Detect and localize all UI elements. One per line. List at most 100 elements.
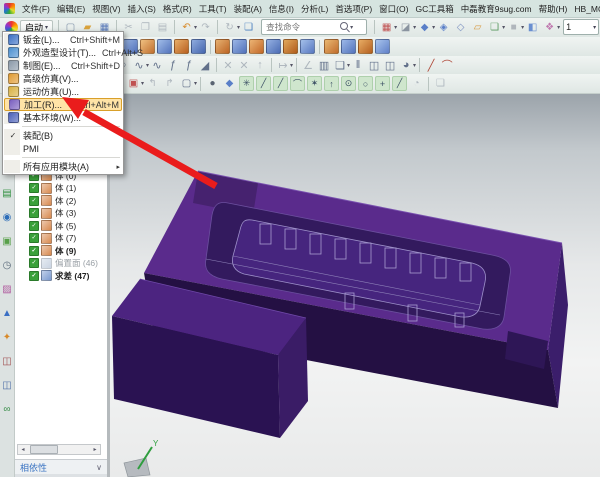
extend-curve-icon[interactable]: ✕ [237, 58, 251, 73]
work-layer-combo[interactable]: 1 ▾ [563, 19, 599, 35]
helix-icon-dropdown[interactable]: ▾ [413, 62, 416, 69]
menubar-item[interactable]: 首选项(P) [335, 3, 372, 15]
reuse-library-icon[interactable]: ▤ [1, 187, 13, 199]
previous-selection-icon[interactable]: ↰ [145, 76, 160, 91]
intersect-icon[interactable] [283, 39, 298, 54]
tree-item[interactable]: ✓偏置面 (46) [15, 257, 107, 270]
next-selection-icon[interactable]: ↱ [162, 76, 177, 91]
background-icon[interactable]: ■ [506, 20, 521, 35]
shaded-with-edges-icon[interactable]: ◈ [436, 20, 451, 35]
view-operations-icon-dropdown[interactable]: ▾ [557, 24, 560, 31]
menubar-item[interactable]: 文件(F) [22, 3, 50, 15]
mold-model[interactable]: Y [110, 93, 600, 477]
documentation-icon[interactable]: ▣ [1, 235, 13, 247]
trim-curve-icon[interactable]: ✕ [221, 58, 235, 73]
shaded-view-icon-dropdown[interactable]: ▾ [432, 24, 435, 31]
work-plane-icon[interactable]: ▱ [470, 20, 485, 35]
find-command-box[interactable]: ▾ [261, 19, 367, 35]
unite-icon[interactable] [249, 39, 264, 54]
thread-icon[interactable] [324, 39, 339, 54]
menubar-item[interactable]: 分析(L) [301, 3, 328, 15]
checkbox-icon[interactable]: ✓ [29, 183, 39, 193]
project-curve-icon-dropdown[interactable]: ▾ [347, 62, 350, 69]
associative-line-icon[interactable]: ╱ [424, 58, 438, 73]
menubar-item[interactable]: 视图(V) [92, 3, 120, 15]
repeat-command-icon-dropdown[interactable]: ▾ [237, 24, 240, 31]
snap-quadrant-icon[interactable]: ⊙ [341, 76, 356, 91]
snap-existing-point-icon[interactable]: ○ [358, 76, 373, 91]
mirror-feature-icon[interactable] [341, 39, 356, 54]
graphics-window[interactable]: Y [110, 93, 600, 477]
window-cascade-icon[interactable]: ❏ [241, 20, 256, 35]
geometric-constraints-icon-dropdown[interactable]: ▾ [290, 62, 293, 69]
menu-item[interactable]: 运动仿真(U)... [4, 85, 122, 98]
offset-face-icon[interactable] [300, 39, 315, 54]
paste-icon[interactable]: ▤ [155, 20, 170, 35]
snap-intersection-icon[interactable]: ✶ [307, 76, 322, 91]
subtract-icon[interactable] [266, 39, 281, 54]
menubar-item[interactable]: 帮助(H) [539, 3, 568, 15]
dependencies-section[interactable]: 相依性 ∨ [15, 459, 107, 474]
menu-item[interactable]: 基本环境(W)... [4, 111, 122, 124]
menu-item[interactable]: ✓装配(B) [4, 129, 122, 142]
checkbox-icon[interactable]: ✓ [29, 258, 39, 268]
horizontal-scrollbar[interactable]: ◂ ▸ [17, 444, 101, 455]
menubar-item[interactable]: 格式(R) [163, 3, 192, 15]
menubar-item[interactable]: 装配(A) [234, 3, 262, 15]
trim-body-icon[interactable] [215, 39, 230, 54]
menu-item[interactable]: 所有应用模块(A)▸ [4, 160, 122, 173]
fit-curve-icon[interactable]: ∿ [150, 58, 164, 73]
redo-icon[interactable]: ↷ [198, 20, 213, 35]
undo-icon-dropdown[interactable]: ▾ [194, 24, 197, 31]
checkbox-icon[interactable]: ✓ [29, 246, 39, 256]
layer-settings-icon[interactable]: ❏ [487, 20, 502, 35]
studio-spline-icon[interactable]: ∿ [132, 58, 146, 73]
wireframe-view-icon[interactable]: ◇ [453, 20, 468, 35]
copy-icon[interactable]: ❐ [138, 20, 153, 35]
snap-mid-point-icon[interactable]: ╱ [273, 76, 288, 91]
highlight-hidden-edges-icon[interactable]: ● [205, 76, 220, 91]
project-curve-icon[interactable]: ❏ [333, 58, 347, 73]
checkbox-icon[interactable]: ✓ [29, 208, 39, 218]
menubar-item[interactable]: GC工具箱 [415, 3, 453, 15]
menu-item[interactable]: 制图(E)...Ctrl+Shift+D [4, 59, 122, 72]
menu-item[interactable]: 加工(R)...Ctrl+Alt+M [4, 98, 122, 111]
background-icon-dropdown[interactable]: ▾ [521, 24, 524, 31]
repeat-command-icon[interactable]: ↻ [222, 20, 237, 35]
display-mode-icon[interactable]: ◪ [398, 20, 413, 35]
menubar-item[interactable]: 工具(T) [199, 3, 227, 15]
menubar-item[interactable]: 编辑(E) [57, 3, 85, 15]
geometric-constraints-icon[interactable]: ↦ [276, 58, 290, 73]
helix-icon[interactable]: ◕ [399, 58, 413, 73]
window-layout-icon[interactable]: ▦ [379, 20, 394, 35]
find-command-input[interactable] [264, 21, 340, 33]
checkbox-icon[interactable]: ✓ [29, 196, 39, 206]
layer-settings-icon-dropdown[interactable]: ▾ [502, 24, 505, 31]
general-selection-filter-icon-dropdown[interactable]: ▾ [141, 80, 144, 87]
solid-body-select-icon[interactable]: ◆ [222, 76, 237, 91]
rectangle-select-icon[interactable]: ▢ [179, 76, 194, 91]
snap-point-on-curve-icon[interactable]: + [375, 76, 390, 91]
chamfer-curve-icon[interactable]: ƒ [182, 58, 196, 73]
view-operations-icon[interactable]: ❖ [542, 20, 557, 35]
pattern-curve-icon[interactable]: ▥ [317, 58, 331, 73]
integration-icon[interactable]: ∞ [1, 403, 13, 415]
fillet-icon[interactable]: ƒ [166, 58, 180, 73]
studio-spline-icon-dropdown[interactable]: ▾ [146, 62, 149, 69]
undo-icon[interactable]: ↶ [179, 20, 194, 35]
snap-arc-center-icon[interactable]: ↑ [324, 76, 339, 91]
offset-curve-icon[interactable]: ‖ [351, 58, 365, 73]
menubar-item[interactable]: HB_MOULD M6.6 [574, 4, 600, 14]
quick-trim-icon[interactable]: ◢ [198, 58, 212, 73]
menubar-item[interactable]: 窗口(O) [379, 3, 408, 15]
checkbox-icon[interactable]: ✓ [29, 233, 39, 243]
visualization-palette-icon[interactable]: ▨ [1, 283, 13, 295]
window-palette-icon[interactable]: ◫ [1, 355, 13, 367]
collapse-chevron-icon[interactable]: ∨ [96, 463, 102, 472]
make-corner-icon[interactable]: ↑ [253, 58, 267, 73]
split-body-icon[interactable] [232, 39, 247, 54]
clip-section-icon[interactable]: ◧ [525, 20, 540, 35]
process-studio-icon[interactable]: ▲ [1, 307, 13, 319]
pattern-feature-icon[interactable] [358, 39, 373, 54]
menu-item[interactable]: 高级仿真(V)... [4, 72, 122, 85]
